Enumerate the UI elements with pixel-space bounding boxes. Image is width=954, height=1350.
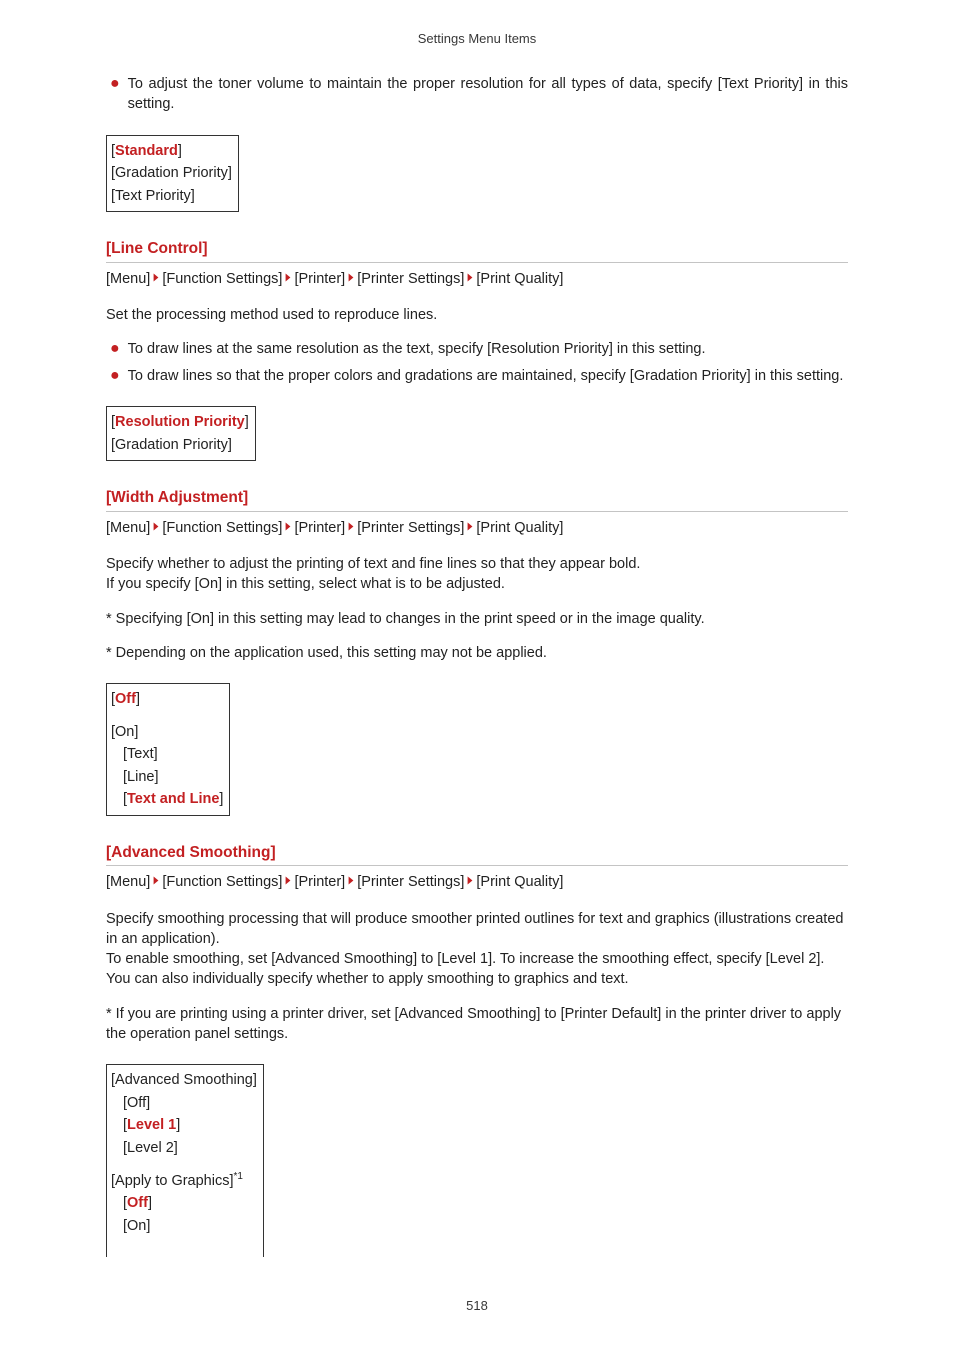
option-default: Off (127, 1195, 148, 1211)
bullet-text: To draw lines so that the proper colors … (128, 366, 848, 386)
option-item: [Resolution Priority] (111, 411, 249, 433)
breadcrumb-item: [Printer Settings] (357, 520, 464, 536)
section: [Line Control][Menu][Function Settings][… (106, 238, 848, 461)
option-item: [Text] (111, 743, 223, 765)
breadcrumb-item: [Menu] (106, 520, 150, 536)
breadcrumb-item: [Menu] (106, 271, 150, 287)
option-default: Off (115, 691, 136, 707)
bullet-item: ● To draw lines so that the proper colors… (110, 366, 848, 386)
option-default: Resolution Priority (115, 414, 245, 430)
option-item: [Off] (111, 1192, 257, 1214)
chevron-right-icon (466, 270, 474, 287)
chevron-right-icon (347, 873, 355, 890)
breadcrumb-item: [Printer Settings] (357, 874, 464, 890)
breadcrumb-item: [Print Quality] (476, 520, 563, 536)
options-box: [Off] [On][Text][Line][Text and Line] (106, 683, 230, 815)
body-text: Specify smoothing processing that will p… (106, 909, 848, 990)
chevron-right-icon (152, 873, 160, 890)
breadcrumb-item: [Function Settings] (162, 271, 282, 287)
option-item: [Apply to Graphics]*1 (111, 1169, 257, 1192)
bullet-text: To draw lines at the same resolution as … (128, 339, 848, 359)
body-text: Specify whether to adjust the printing o… (106, 554, 848, 595)
option-item: [Text and Line] (111, 788, 223, 810)
option-superscript: *1 (234, 1171, 243, 1182)
chevron-right-icon (284, 270, 292, 287)
breadcrumb-item: [Printer] (294, 271, 345, 287)
option-item: [Advanced Smoothing] (111, 1069, 257, 1091)
options-box: [Advanced Smoothing][Off][Level 1][Level… (106, 1064, 264, 1257)
breadcrumb-item: [Function Settings] (162, 520, 282, 536)
option-default: Standard (115, 143, 178, 159)
breadcrumb-item: [Print Quality] (476, 271, 563, 287)
section-title: [Width Adjustment] (106, 487, 848, 512)
page-number: 518 (106, 1297, 848, 1315)
option-default: Level 1 (127, 1117, 176, 1133)
option-item: [Gradation Priority] (111, 162, 232, 184)
chevron-right-icon (466, 873, 474, 890)
options-box: [Resolution Priority][Gradation Priority… (106, 406, 256, 461)
breadcrumb-item: [Function Settings] (162, 874, 282, 890)
page-header: Settings Menu Items (106, 30, 848, 48)
chevron-right-icon (347, 270, 355, 287)
breadcrumb-item: [Menu] (106, 874, 150, 890)
option-default: Text and Line (127, 791, 219, 807)
body-text: Set the processing method used to reprod… (106, 305, 848, 325)
chevron-right-icon (466, 519, 474, 536)
intro-bullets: ● To adjust the toner volume to maintain … (106, 74, 848, 115)
note-text: * Specifying [On] in this setting may le… (106, 609, 848, 629)
bullet-item: ● To adjust the toner volume to maintain … (110, 74, 848, 115)
breadcrumb: [Menu] [Function Settings] [Printer] [Print… (106, 872, 848, 892)
note-text: * If you are printing using a printer dr… (106, 1004, 848, 1045)
option-item: [Level 1] (111, 1114, 257, 1136)
option-item: [On] (111, 721, 223, 743)
breadcrumb: [Menu] [Function Settings] [Printer] [Print… (106, 518, 848, 538)
bullet-dot-icon: ● (110, 366, 120, 386)
bullet-dot-icon: ● (110, 74, 120, 94)
intro-options: [Standard][Gradation Priority][Text Prio… (106, 135, 239, 212)
breadcrumb: [Menu] [Function Settings] [Printer] [Print… (106, 269, 848, 289)
option-item: [Standard] (111, 140, 232, 162)
option-item: [Off] (111, 1092, 257, 1114)
section-title: [Advanced Smoothing] (106, 842, 848, 867)
breadcrumb-item: [Printer Settings] (357, 271, 464, 287)
breadcrumb-item: [Printer] (294, 520, 345, 536)
bullet-dot-icon: ● (110, 339, 120, 359)
option-item: [Level 2] (111, 1137, 257, 1159)
chevron-right-icon (284, 519, 292, 536)
section: [Advanced Smoothing] [Menu] [Function Sett… (106, 842, 848, 1258)
chevron-right-icon (347, 519, 355, 536)
page: Settings Menu Items ● To adjust the toner… (0, 0, 954, 1336)
option-item: [Line] (111, 766, 223, 788)
bullet-list: ● To draw lines at the same resolution as… (106, 339, 848, 386)
chevron-right-icon (152, 270, 160, 287)
note-text: * Depending on the application used, thi… (106, 643, 848, 663)
chevron-right-icon (284, 873, 292, 890)
breadcrumb-item: [Print Quality] (476, 874, 563, 890)
chevron-right-icon (152, 519, 160, 536)
option-item: [Gradation Priority] (111, 434, 249, 456)
breadcrumb-item: [Printer] (294, 874, 345, 890)
option-item: [Off] (111, 688, 223, 710)
option-item: [Text Priority] (111, 185, 232, 207)
section-title: [Line Control] (106, 238, 848, 263)
section: [Width Adjustment] [Menu] [Function Settin… (106, 487, 848, 816)
option-item: [On] (111, 1215, 257, 1237)
bullet-text: To adjust the toner volume to maintain t… (128, 74, 848, 115)
bullet-item: ● To draw lines at the same resolution as… (110, 339, 848, 359)
